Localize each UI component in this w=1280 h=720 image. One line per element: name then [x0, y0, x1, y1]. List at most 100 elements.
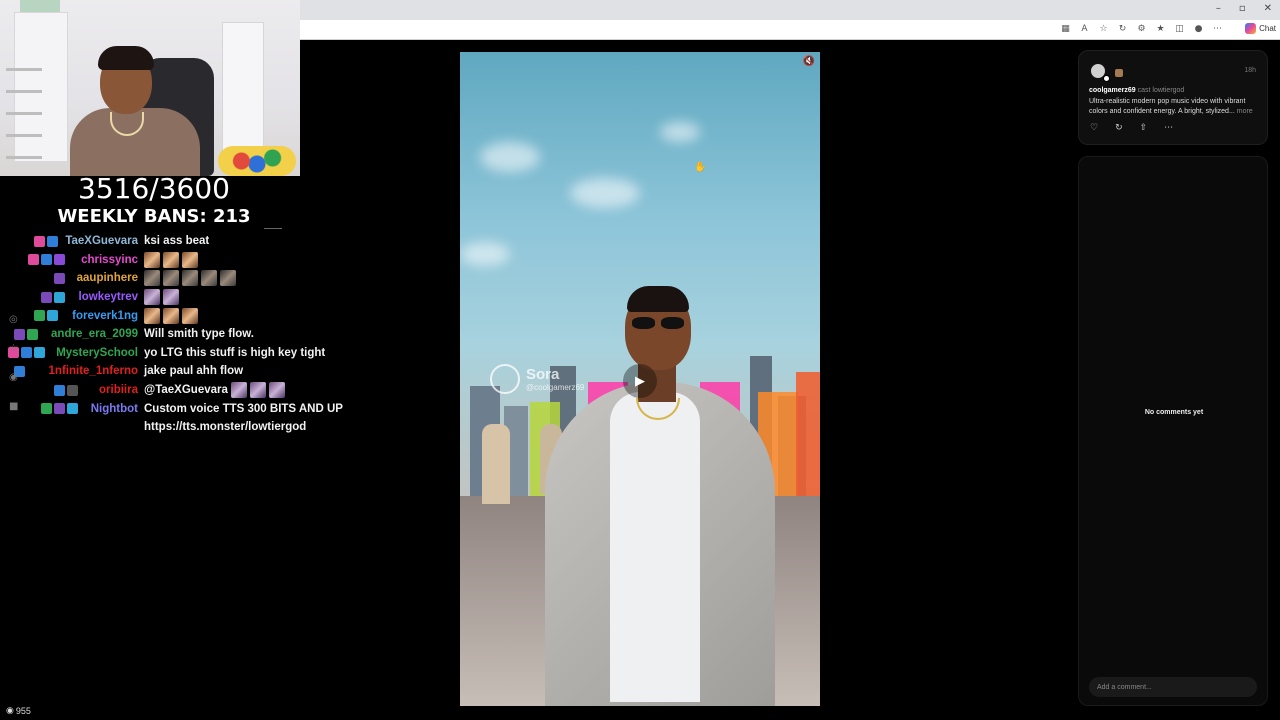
chat-badges [41, 403, 79, 415]
chat-badges [41, 291, 65, 303]
chat-emote-icon [201, 270, 217, 287]
chat-emote-icon [163, 289, 179, 306]
post-card: 18h coolgamerz69 cast lowtiergod Ultra-r… [1078, 50, 1268, 145]
restore-icon[interactable]: ▫ [1239, 3, 1246, 14]
sora-logo-icon [490, 364, 520, 394]
copilot-icon [1245, 23, 1257, 34]
sunglasses [632, 317, 684, 329]
chat-emote-icon [182, 270, 198, 287]
chat-badge-icon [54, 403, 66, 415]
chat-emote-icon [144, 270, 160, 287]
comments-panel: No comments yet Add a comment... [1078, 156, 1268, 706]
chat-badges [28, 254, 65, 266]
chat-badge-icon [67, 403, 79, 415]
apps-icon[interactable]: ▦ [1061, 24, 1070, 34]
refresh-icon[interactable]: ↻ [1118, 24, 1127, 34]
more-options-icon[interactable]: ⋯ [1164, 123, 1173, 133]
bell-icon[interactable]: ◉ [9, 372, 18, 383]
chat-label: Chat [1259, 24, 1276, 33]
viewer-count-value: 955 [15, 705, 31, 716]
chat-emote-icon [230, 382, 247, 399]
ban-counter: 3516/3600 [78, 172, 230, 205]
post-author-line: coolgamerz69 cast lowtiergod [1089, 87, 1184, 94]
chat-badge-icon [47, 235, 59, 247]
chat-text: Will smith type flow. [144, 328, 255, 341]
cloud [480, 142, 540, 172]
chat-message: Nightbot Custom voice TTS 300 BITS AND UP [0, 399, 360, 418]
muted-speaker-icon: 🔇 [802, 56, 816, 67]
close-icon[interactable]: ✕ [1264, 3, 1272, 14]
hand-cursor-icon: ✋ [694, 162, 707, 173]
post-description: Ultra-realistic modern pop music video w… [1089, 97, 1265, 117]
extensions-icon[interactable]: ⚙ [1137, 24, 1146, 34]
copilot-chat-button[interactable]: Chat [1245, 23, 1276, 34]
chat-emote-icon [163, 307, 179, 324]
chat-message: aaupinhere [0, 269, 360, 288]
like-heart-icon[interactable]: ♡ [1090, 123, 1098, 133]
chat-side-icons: ◎ ☆ ◉ ■ [9, 314, 18, 412]
chat-message: oribiira @TaeXGuevara [0, 381, 360, 400]
weekly-bans: WEEKLY BANS: 213 [57, 206, 251, 227]
post-author[interactable]: coolgamerz69 [1089, 87, 1136, 94]
chat-message-text: Will smith type flow. [144, 328, 254, 340]
cast-avatar-icon [1115, 69, 1123, 77]
chat-message-text [144, 270, 239, 287]
chat-emote-icon [182, 251, 198, 268]
trophy-icon[interactable]: ☆ [9, 343, 18, 354]
webcam-feed [0, 0, 300, 176]
shield-icon[interactable]: ■ [9, 401, 18, 412]
chat-username[interactable]: Nightbot [91, 403, 138, 415]
read-aloud-icon[interactable]: A [1080, 24, 1089, 34]
chat-username[interactable]: foreverk1ng [72, 310, 138, 322]
share-icon[interactable]: ⇧ [1140, 123, 1148, 133]
webcam-door-right [222, 22, 264, 162]
chat-text: yo LTG this stuff is high key tight [144, 346, 326, 359]
chat-username[interactable]: TaeXGuevara [65, 235, 138, 247]
mute-button[interactable]: 🔇 [802, 56, 816, 70]
comment-input[interactable]: Add a comment... [1089, 677, 1257, 697]
chat-text: @TaeXGuevara [144, 384, 228, 397]
chat-badge-icon [28, 254, 39, 266]
mod-icon[interactable]: ◎ [9, 314, 18, 325]
favorite-star-icon[interactable]: ☆ [1099, 24, 1108, 34]
minimize-icon[interactable]: – [1216, 3, 1221, 14]
video-player[interactable]: Sora @coolgamerz69 ▶ 🔇 ✋ [460, 52, 820, 706]
more-link[interactable]: more [1237, 108, 1253, 115]
collections-icon[interactable]: ◫ [1175, 24, 1184, 34]
post-cast[interactable]: cast lowtiergod [1138, 87, 1185, 94]
no-comments-text: No comments yet [1144, 409, 1204, 416]
chat-text: Custom voice TTS 300 BITS AND UP [144, 402, 343, 415]
post-timestamp: 18h [1244, 67, 1256, 74]
chat-badges [34, 310, 59, 322]
post-actions: ♡ ↻ ⇧ ⋯ [1090, 123, 1173, 133]
stream-chat: TaeXGuevara ksi ass beat chrissyinc aaupinh… [0, 232, 360, 437]
chat-emote-icon [144, 307, 160, 324]
chat-message-text: yo LTG this stuff is high key tight [144, 347, 325, 359]
chat-badges [54, 384, 79, 396]
chat-username[interactable]: chrissyinc [81, 254, 138, 266]
chat-link[interactable]: https://tts.monster/lowtiergod [144, 421, 306, 433]
chat-username[interactable]: lowkeytrev [79, 291, 138, 303]
play-button[interactable]: ▶ [623, 364, 657, 398]
favorites-icon[interactable]: ★ [1156, 24, 1165, 34]
chat-username[interactable]: andre_era_2099 [51, 328, 138, 340]
chat-emote-icon [182, 307, 198, 324]
viewer-icon: ◉ [6, 705, 14, 715]
chat-emote-icon [220, 270, 236, 287]
chat-message-text: Custom voice TTS 300 BITS AND UP [144, 403, 343, 415]
chat-username[interactable]: 1nfinite_1nferno [49, 365, 138, 377]
chat-username[interactable]: aaupinhere [77, 272, 138, 284]
profile-icon[interactable]: ● [1194, 24, 1203, 34]
chat-message-continuation: https://tts.monster/lowtiergod [0, 418, 360, 437]
singer-shirt [610, 392, 700, 702]
chat-badge-icon [41, 291, 52, 303]
chat-username[interactable]: oribiira [99, 384, 138, 396]
chat-message: TaeXGuevara ksi ass beat [0, 232, 360, 251]
remix-icon[interactable]: ↻ [1115, 123, 1123, 133]
more-icon[interactable]: ⋯ [1213, 24, 1222, 34]
chat-message-text: @TaeXGuevara [144, 382, 288, 399]
chat-emote-icon [163, 270, 179, 287]
chat-message-text: ksi ass beat [144, 235, 209, 247]
chat-username[interactable]: MysterySchool [56, 347, 138, 359]
chat-text: ksi ass beat [144, 235, 210, 248]
